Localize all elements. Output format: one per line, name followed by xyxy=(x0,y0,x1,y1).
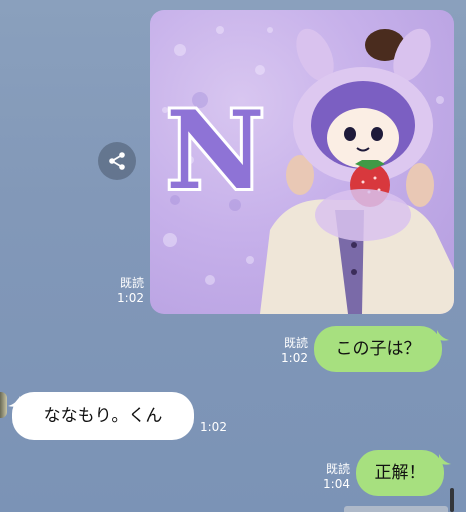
message-time: 1:02 xyxy=(117,291,144,305)
question-meta: 既読 1:02 xyxy=(270,336,308,366)
message-text: この子は？ xyxy=(335,339,421,359)
image-letter: N xyxy=(166,88,265,214)
outgoing-message-bubble[interactable]: 正解！ xyxy=(356,450,444,496)
message-text: ななもり。くん xyxy=(43,406,163,426)
image-message[interactable]: N xyxy=(150,10,454,314)
read-receipt: 既読 xyxy=(119,276,144,290)
message-text: 正解！ xyxy=(374,463,426,483)
reply-meta: 既読 1:04 xyxy=(312,462,350,492)
read-receipt: 既読 xyxy=(283,336,308,350)
message-time: 1:02 xyxy=(200,420,227,434)
message-time: 1:02 xyxy=(281,351,308,365)
message-time: 1:04 xyxy=(323,477,350,491)
answer-meta: 1:02 xyxy=(200,420,234,435)
chat-area[interactable]: N 既読 1:02 既読 1:02 この子は？ ななもり。くん 1:02 既読 … xyxy=(0,0,466,512)
share-icon xyxy=(109,152,125,170)
incoming-message-bubble[interactable]: ななもり。くん xyxy=(12,392,194,440)
scrollbar-thumb[interactable] xyxy=(450,488,454,512)
outgoing-message-bubble[interactable]: この子は？ xyxy=(314,326,442,372)
bubble-tail xyxy=(439,454,451,465)
bubble-tail xyxy=(437,330,449,341)
read-receipt: 既読 xyxy=(325,462,350,476)
share-button[interactable] xyxy=(98,142,136,180)
bubble-tail xyxy=(8,396,20,407)
image-message-meta: 既読 1:02 xyxy=(108,276,144,306)
avatar[interactable] xyxy=(0,392,7,418)
next-message-edge xyxy=(344,506,448,512)
photo-content: N xyxy=(162,26,454,314)
